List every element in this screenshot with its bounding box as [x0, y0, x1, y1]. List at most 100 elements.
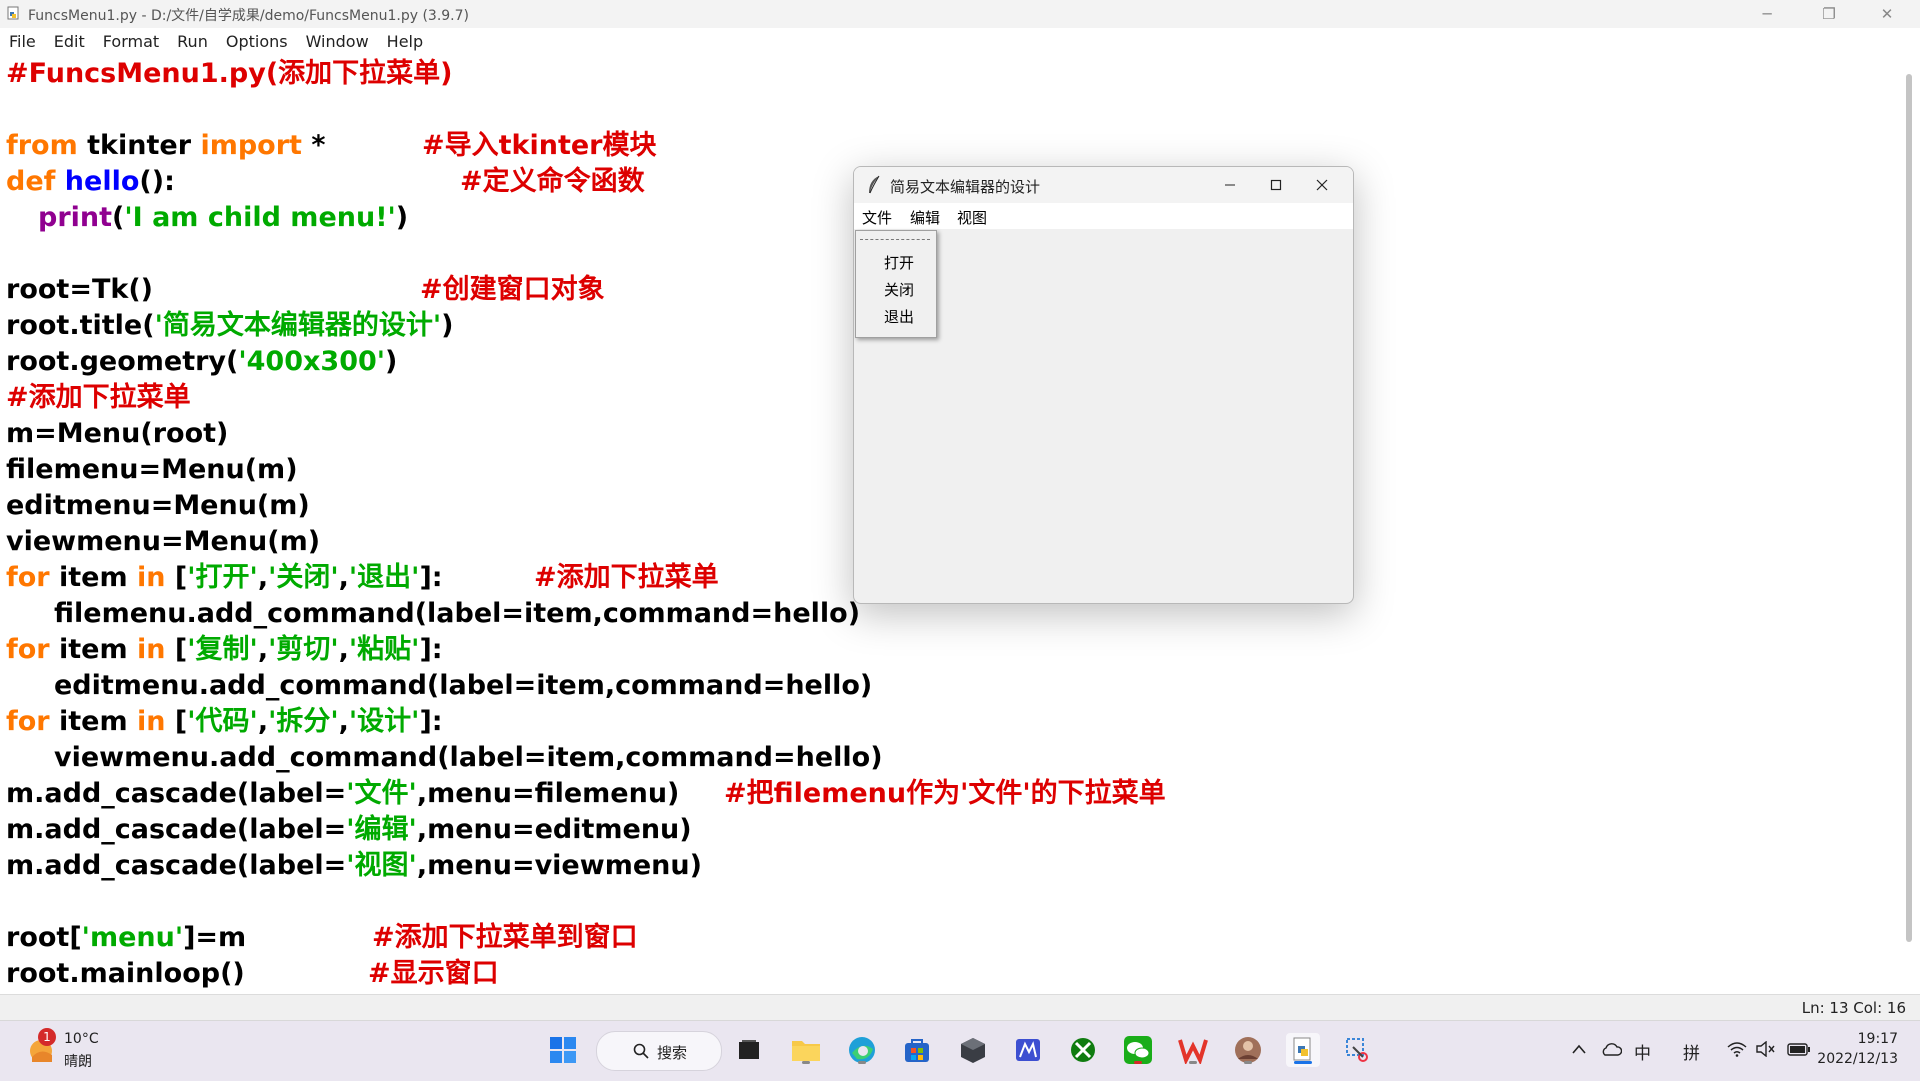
- tk-minimize-button[interactable]: [1207, 167, 1253, 203]
- code-line: filemenu=Menu(m): [6, 452, 298, 488]
- idle-python-button[interactable]: [1286, 1033, 1320, 1067]
- tearoff-line[interactable]: [860, 239, 930, 240]
- ime-mode-indicator[interactable]: 拼: [1683, 1039, 1700, 1064]
- code-text: ,menu=filemenu): [416, 778, 680, 809]
- wps-button[interactable]: [1176, 1033, 1210, 1067]
- tk-menu-file[interactable]: 文件: [862, 207, 892, 228]
- code-comment: #添加下拉菜单: [534, 562, 719, 593]
- ime-language-indicator[interactable]: 中: [1634, 1039, 1651, 1064]
- menu-format[interactable]: Format: [94, 32, 168, 51]
- clock-date[interactable]: 2022/12/13: [1817, 1051, 1898, 1067]
- menu-run[interactable]: Run: [168, 32, 217, 51]
- code-line: m.add_cascade(label='文件',menu=filemenu): [6, 776, 679, 812]
- close-button[interactable]: ✕: [1864, 0, 1910, 28]
- code-text: editmenu.add_command(label=item,command=…: [54, 670, 873, 701]
- python-idle-icon: [1293, 1037, 1311, 1061]
- weather-description[interactable]: 晴朗: [64, 1051, 92, 1071]
- taskbar-search[interactable]: 搜索: [596, 1031, 722, 1071]
- code-text: *: [301, 130, 326, 161]
- menu-window[interactable]: Window: [297, 32, 378, 51]
- battery-icon[interactable]: [1787, 1041, 1811, 1057]
- running-indicator: [1134, 1061, 1142, 1064]
- code-text: root.geometry(: [6, 346, 239, 377]
- tk-feather-icon: [869, 175, 880, 194]
- speaker-muted-icon[interactable]: [1755, 1041, 1775, 1057]
- code-text: viewmenu=Menu(m): [6, 526, 321, 557]
- folder-icon: [792, 1041, 820, 1061]
- start-button[interactable]: [546, 1033, 580, 1067]
- menubar: File Edit Format Run Options Window Help: [0, 28, 1920, 54]
- weather-temperature[interactable]: 10°C: [64, 1031, 99, 1047]
- wps-icon: [1178, 1039, 1208, 1064]
- code-text: [: [165, 706, 188, 737]
- code-text: ): [385, 346, 398, 377]
- menu-help[interactable]: Help: [378, 32, 432, 51]
- clock-time[interactable]: 19:17: [1858, 1031, 1898, 1047]
- code-keyword: for: [6, 562, 50, 593]
- edge-browser-button[interactable]: [845, 1033, 879, 1067]
- wifi-icon[interactable]: [1727, 1041, 1747, 1057]
- code-string: '编辑': [346, 814, 417, 845]
- restore-button[interactable]: ❐: [1806, 0, 1852, 28]
- dropdown-item-open[interactable]: 打开: [884, 252, 914, 273]
- code-text: ,: [257, 562, 269, 593]
- app-button-cube[interactable]: [956, 1033, 990, 1067]
- code-string: '简易文本编辑器的设计': [154, 310, 442, 341]
- file-dropdown-menu: 打开 关闭 退出: [855, 230, 937, 338]
- minimize-button[interactable]: ─: [1744, 0, 1790, 28]
- taskbar: 1 10°C 晴朗 搜索 中 拼 19:17 2022/12/13: [0, 1020, 1920, 1081]
- code-text: m.add_cascade(label=: [6, 778, 347, 809]
- code-line: m=Menu(root): [6, 416, 228, 452]
- menu-options[interactable]: Options: [217, 32, 297, 51]
- task-view-button[interactable]: [732, 1033, 766, 1067]
- code-text: root.title(: [6, 310, 155, 341]
- tk-menu-view[interactable]: 视图: [957, 207, 987, 228]
- windows-logo-icon: [550, 1037, 576, 1063]
- app-button-editor[interactable]: [1011, 1033, 1045, 1067]
- maximize-icon: [1270, 179, 1282, 191]
- menu-file[interactable]: File: [0, 32, 45, 51]
- code-line: viewmenu=Menu(m): [6, 524, 320, 560]
- code-string: '复制': [187, 634, 258, 665]
- onedrive-cloud-icon[interactable]: [1600, 1041, 1622, 1057]
- status-bar: Ln: 13 Col: 16: [0, 994, 1920, 1021]
- code-keyword: in: [137, 634, 166, 665]
- file-explorer-button[interactable]: [789, 1033, 823, 1067]
- code-line: for item in ['复制','剪切','粘贴']:: [6, 632, 443, 668]
- code-text: filemenu=Menu(m): [6, 454, 298, 485]
- vertical-scrollbar[interactable]: [1906, 74, 1912, 942]
- code-line: for item in ['代码','拆分','设计']:: [6, 704, 443, 740]
- menu-edit[interactable]: Edit: [45, 32, 94, 51]
- tk-close-button[interactable]: [1299, 167, 1345, 203]
- snipping-tool-button[interactable]: [1341, 1033, 1375, 1067]
- weather-notification-badge: 1: [38, 1028, 56, 1046]
- code-text: [: [165, 562, 188, 593]
- editor-app-icon: [1016, 1039, 1040, 1061]
- code-text: ]:: [419, 562, 443, 593]
- code-string: '拆分': [268, 706, 339, 737]
- xbox-button[interactable]: [1066, 1033, 1100, 1067]
- code-comment: #显示窗口: [368, 958, 499, 989]
- code-string: '退出': [348, 562, 420, 593]
- wechat-button[interactable]: [1121, 1033, 1155, 1067]
- code-text: root[: [6, 922, 82, 953]
- tk-maximize-button[interactable]: [1253, 167, 1299, 203]
- tk-app-window[interactable]: 简易文本编辑器的设计 文件 编辑 视图 打开 关闭 退出: [853, 166, 1354, 604]
- tk-menu-edit[interactable]: 编辑: [910, 207, 940, 228]
- dropdown-item-close[interactable]: 关闭: [884, 279, 914, 300]
- code-text: editmenu=Menu(m): [6, 490, 310, 521]
- photo-app-button[interactable]: [1231, 1033, 1265, 1067]
- code-text: filemenu.add_command(label=item,command=…: [54, 598, 861, 629]
- code-text: ,: [257, 706, 269, 737]
- store-icon: [905, 1039, 929, 1062]
- code-line: #添加下拉菜单: [6, 380, 191, 416]
- chevron-up-icon[interactable]: [1571, 1043, 1587, 1055]
- code-text: ): [441, 310, 454, 341]
- running-indicator: [802, 1061, 810, 1064]
- dropdown-item-exit[interactable]: 退出: [884, 306, 914, 327]
- store-button[interactable]: [900, 1033, 934, 1067]
- code-line: m.add_cascade(label='视图',menu=viewmenu): [6, 848, 702, 884]
- code-text: item: [49, 706, 138, 737]
- code-line: filemenu.add_command(label=item,command=…: [54, 596, 860, 632]
- snipping-icon: [1346, 1038, 1368, 1062]
